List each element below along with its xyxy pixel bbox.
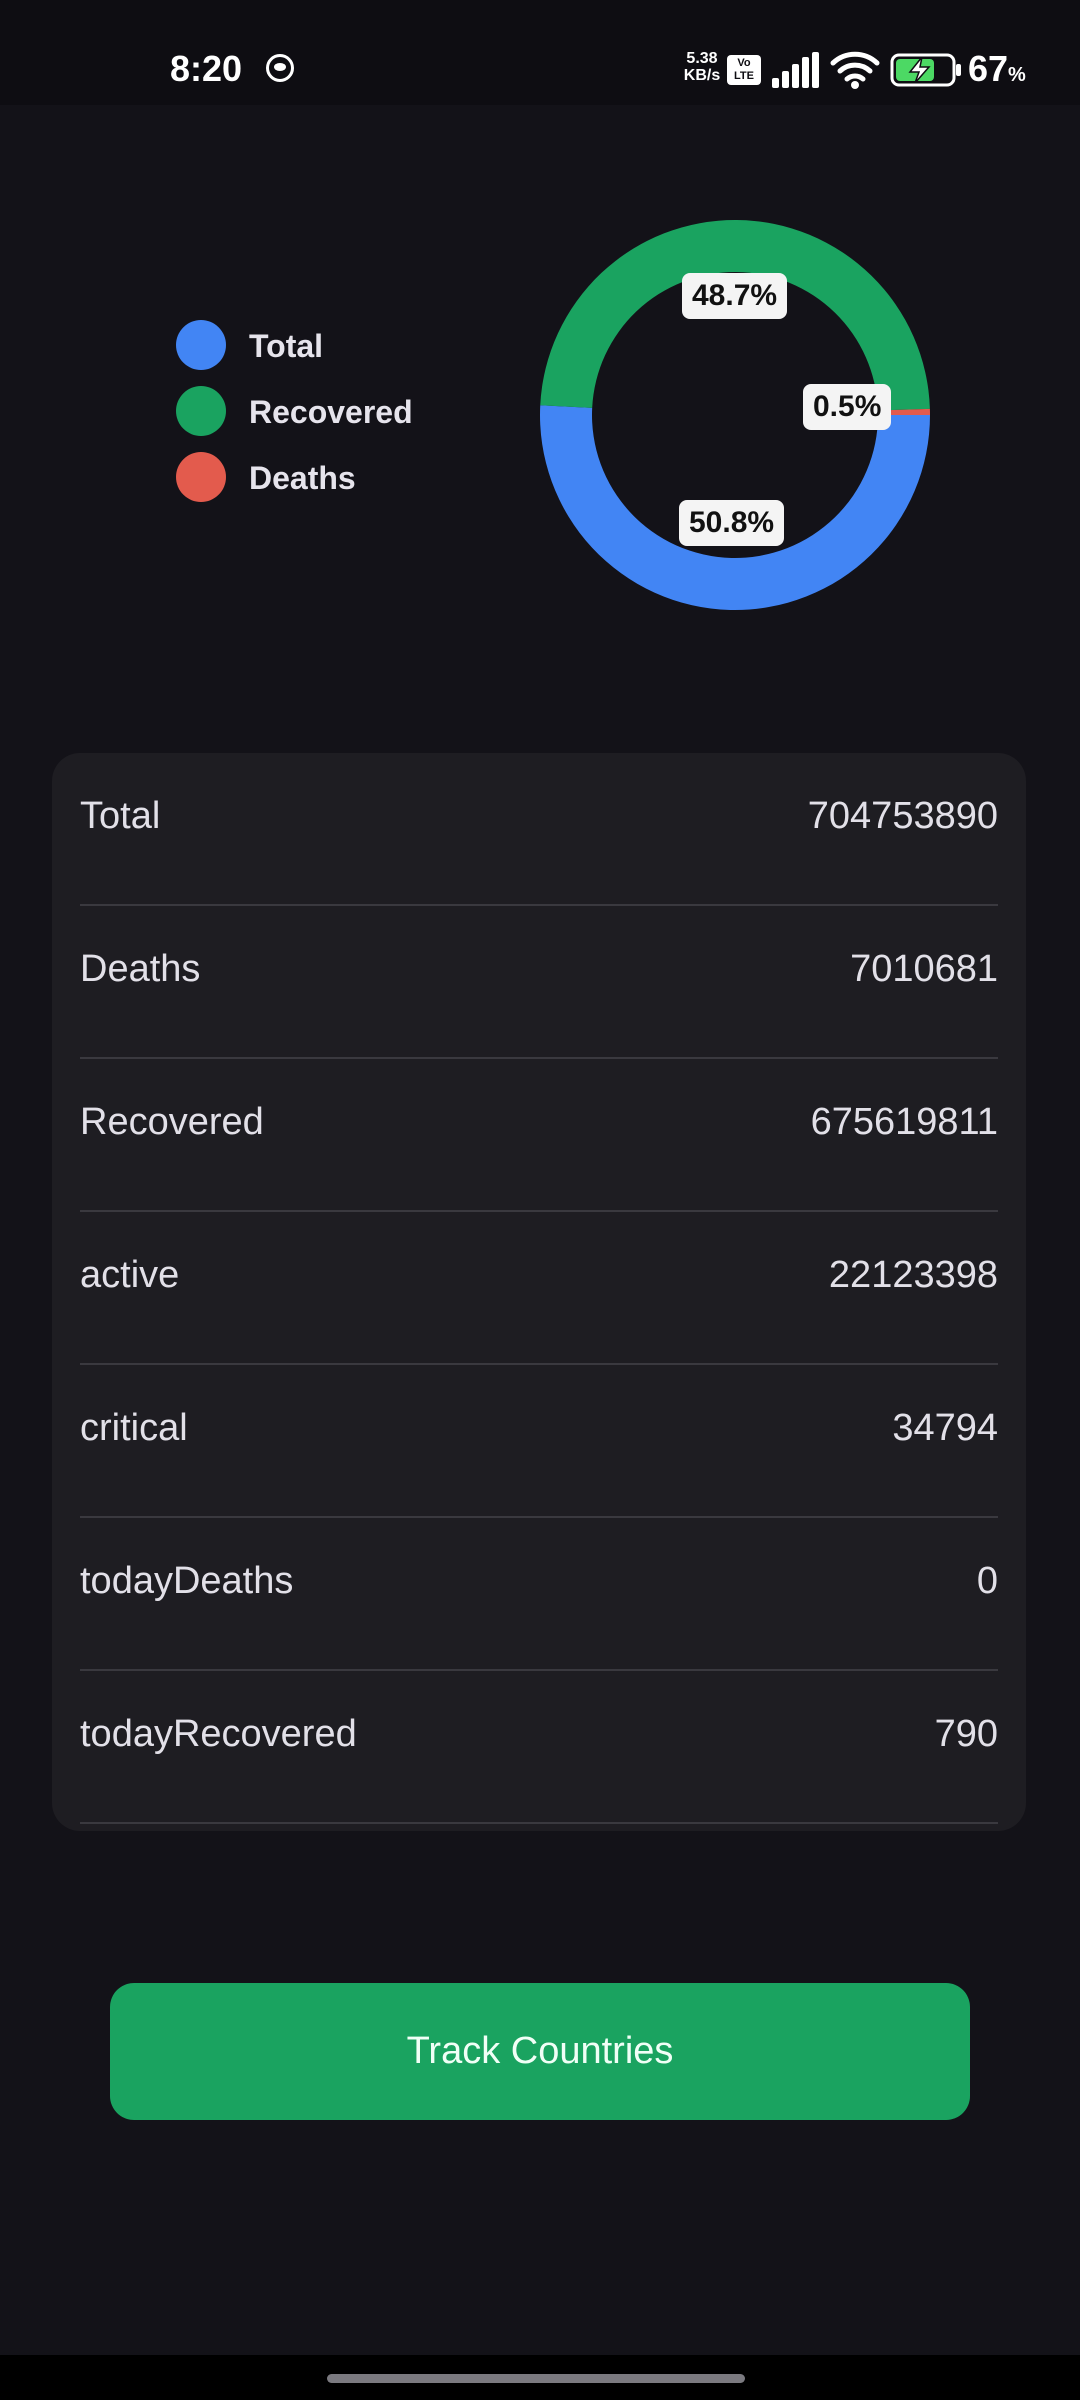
wifi-icon [830, 51, 880, 89]
stat-label: todayDeaths [80, 1560, 294, 1602]
legend-label-recovered: Recovered [249, 394, 413, 430]
stat-row-today-deaths: todayDeaths 0 [80, 1518, 998, 1671]
volte-icon: Vo LTE [727, 55, 761, 85]
stat-row-critical: critical 34794 [80, 1365, 998, 1518]
home-indicator[interactable] [327, 2374, 745, 2383]
stat-row-recovered: Recovered 675619811 [80, 1059, 998, 1212]
legend-item-deaths: Deaths [176, 450, 436, 502]
battery-percent-value: 67 [968, 48, 1009, 89]
legend-item-recovered: Recovered [176, 384, 436, 436]
stat-label: todayRecovered [80, 1713, 357, 1755]
track-countries-button[interactable]: Track Countries [110, 1983, 970, 2120]
slice-label-deaths: 0.5% [803, 384, 892, 430]
stats-card: Total 704753890 Deaths 7010681 Recovered… [52, 753, 1026, 1831]
stat-value: 34794 [892, 1407, 998, 1449]
stat-value: 0 [976, 1560, 998, 1602]
stat-row-deaths: Deaths 7010681 [80, 906, 998, 1059]
status-bar: 8:20 5.38 KB/s Vo LTE 67% [0, 0, 1080, 105]
stat-row-total: Total 704753890 [80, 753, 998, 906]
signal-icon [772, 52, 819, 88]
stat-label: critical [80, 1407, 188, 1449]
legend-label-total: Total [249, 328, 324, 364]
notification-icon [266, 54, 294, 82]
battery-icon [890, 53, 961, 87]
stat-label: Total [80, 795, 161, 837]
stat-row-active: active 22123398 [80, 1212, 998, 1365]
stat-label: Recovered [80, 1101, 264, 1143]
battery-percent-sign: % [1008, 64, 1026, 86]
slice-label-total: 50.8% [679, 500, 785, 546]
stat-value: 704753890 [807, 795, 998, 837]
stat-value: 7010681 [850, 948, 998, 990]
stat-label: active [80, 1254, 180, 1296]
stat-value: 790 [934, 1713, 998, 1755]
legend-dot-deaths [176, 452, 226, 502]
legend-dot-recovered [176, 386, 226, 436]
network-speed-unit: KB/s [683, 67, 721, 84]
legend-dot-total [176, 320, 226, 370]
network-speed-value: 5.38 [686, 50, 718, 67]
slice-label-recovered: 48.7% [682, 273, 788, 319]
stat-value: 22123398 [828, 1254, 998, 1296]
battery-percent: 67% [968, 48, 1026, 90]
status-time: 8:20 [170, 48, 243, 89]
legend-label-deaths: Deaths [249, 460, 356, 496]
legend-item-total: Total [176, 318, 436, 370]
volte-top-text: Vo [737, 57, 751, 69]
stat-value: 675619811 [810, 1101, 998, 1143]
stat-row-today-recovered: todayRecovered 790 [80, 1671, 998, 1824]
stat-label: Deaths [80, 948, 201, 990]
network-speed: 5.38 KB/s [678, 50, 726, 84]
volte-bottom-text: LTE [734, 70, 754, 82]
